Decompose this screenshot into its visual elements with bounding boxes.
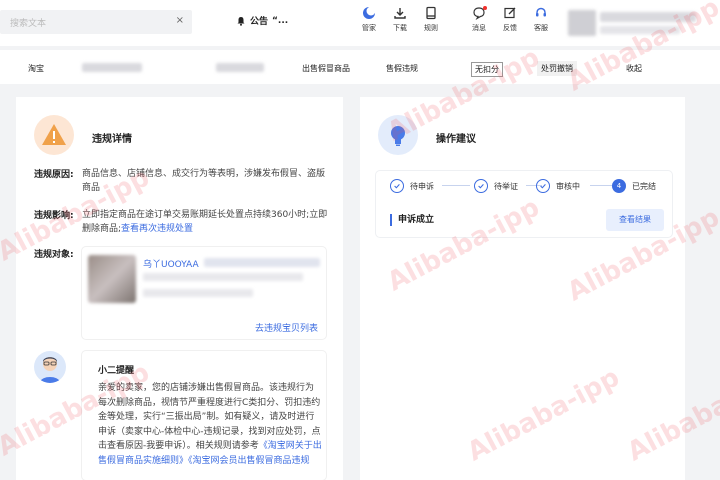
tip-title: 小二提醒: [98, 366, 135, 376]
item-thumbnail[interactable]: [88, 255, 136, 303]
step-pending-evidence: 待举证: [474, 179, 518, 193]
clear-icon[interactable]: ×: [176, 15, 184, 26]
impact-text: 立即指定商品在途订单交易账期延长处置点持续360小时;立即删除商品;: [82, 210, 328, 234]
violation-summary-row: 淘宝 出售假冒商品 售假违规 无扣分 处罚撤销 收起: [0, 50, 720, 84]
notice-text: “...: [272, 15, 289, 26]
tip-text-block: 亲爱的卖家，您的店铺涉嫌出售假冒商品。该违规行为每次删除商品，视情节严重程度进行…: [98, 381, 322, 468]
assistant-avatar: [34, 351, 66, 383]
top-bar: 搜索文本 × 公告 “... 管家 下载 规则 消息 反馈 客服: [0, 0, 720, 46]
user-meta-blurred: [600, 26, 680, 34]
warning-icon: [34, 115, 74, 155]
violation-item-card: 乌丫UOOYAA 去违规宝贝列表: [82, 247, 326, 339]
record-time-blurred: [216, 63, 264, 72]
unread-dot: [483, 6, 487, 10]
step-label: 待申诉: [410, 181, 434, 191]
step-label: 审核中: [556, 181, 580, 191]
download-icon: [394, 8, 406, 19]
tool-feedback[interactable]: 反馈: [495, 6, 525, 33]
impact-label: 违规影响:: [34, 211, 74, 221]
tool-manager[interactable]: 管家: [354, 6, 384, 33]
search-placeholder: 搜索文本: [10, 19, 47, 29]
headset-icon: [536, 7, 546, 17]
tool-messages-label: 消息: [472, 24, 486, 32]
book-icon: [426, 6, 436, 20]
check-icon: [474, 179, 488, 193]
check-icon: [536, 179, 550, 193]
item-title-blurred: [204, 258, 320, 267]
lightbulb-icon: [378, 115, 418, 155]
violation-detail-panel: 违规详情 违规原因: 商品信息、店铺信息、成交行为等表明，涉嫌发布假冒、盗版商品…: [16, 97, 343, 480]
panel-title-suggestion: 操作建议: [436, 134, 476, 145]
tool-feedback-label: 反馈: [503, 24, 517, 32]
bell-icon: [237, 16, 245, 26]
action-suggestion-panel: 操作建议 待申诉 待举证 审核中 4 已完结 申诉成立 查看结果: [360, 97, 685, 480]
check-icon: [390, 179, 404, 193]
step-number: 4: [612, 179, 626, 193]
penalty-status-badge: 处罚撤销: [537, 61, 577, 76]
tool-manager-label: 管家: [362, 24, 376, 32]
appeal-progress: 待申诉 待举证 审核中 4 已完结 申诉成立 查看结果: [376, 171, 672, 237]
violation-category-cell: 售假违规: [386, 64, 418, 73]
moon-icon: [363, 6, 376, 19]
impact-link[interactable]: 查看再次违规处置: [121, 224, 193, 234]
user-name-blurred: [600, 12, 696, 22]
tool-download[interactable]: 下载: [385, 6, 415, 33]
item-list-link[interactable]: 去违规宝贝列表: [255, 321, 318, 334]
notice-label: 公告: [250, 17, 269, 27]
notice-bar[interactable]: 公告 “...: [236, 14, 288, 27]
record-id-blurred: [82, 63, 142, 72]
target-label: 违规对象:: [34, 250, 74, 260]
tool-service-label: 客服: [534, 24, 548, 32]
user-avatar-blurred[interactable]: [568, 10, 596, 36]
item-name[interactable]: 乌丫UOOYAA: [143, 257, 199, 270]
reason-label: 违规原因:: [34, 170, 74, 180]
score-badge: 无扣分: [471, 62, 503, 77]
step-reviewing: 审核中: [536, 179, 580, 193]
tool-rules[interactable]: 规则: [416, 6, 446, 33]
view-result-button[interactable]: 查看结果: [606, 209, 664, 231]
tool-service[interactable]: 客服: [526, 6, 556, 33]
collapse-link[interactable]: 收起: [626, 63, 642, 74]
item-meta-blurred: [143, 289, 253, 297]
tool-messages[interactable]: 消息: [464, 6, 494, 33]
reason-text: 商品信息、店铺信息、成交行为等表明，涉嫌发布假冒、盗版商品: [82, 169, 326, 193]
violation-type-cell: 出售假冒商品: [302, 64, 350, 73]
item-detail-blurred: [143, 273, 303, 281]
assistant-tip-card: 小二提醒 亲爱的卖家，您的店铺涉嫌出售假冒商品。该违规行为每次删除商品，视情节严…: [82, 351, 326, 480]
appeal-result: 申诉成立: [390, 214, 434, 226]
step-connector: [442, 185, 470, 186]
step-connector: [590, 185, 614, 186]
step-pending-appeal: 待申诉: [390, 179, 434, 193]
tool-download-label: 下载: [393, 24, 407, 32]
panel-title-detail: 违规详情: [92, 134, 132, 145]
step-label: 已完结: [632, 181, 656, 191]
impact-text-block: 立即指定商品在途订单交易账期延长处置点持续360小时;立即删除商品;查看再次违规…: [82, 208, 332, 236]
step-completed: 4 已完结: [612, 179, 656, 193]
search-box[interactable]: 搜索文本 ×: [0, 10, 192, 34]
edit-icon: [504, 7, 516, 19]
step-label: 待举证: [494, 181, 518, 191]
platform-cell: 淘宝: [28, 64, 44, 73]
tool-rules-label: 规则: [424, 24, 438, 32]
